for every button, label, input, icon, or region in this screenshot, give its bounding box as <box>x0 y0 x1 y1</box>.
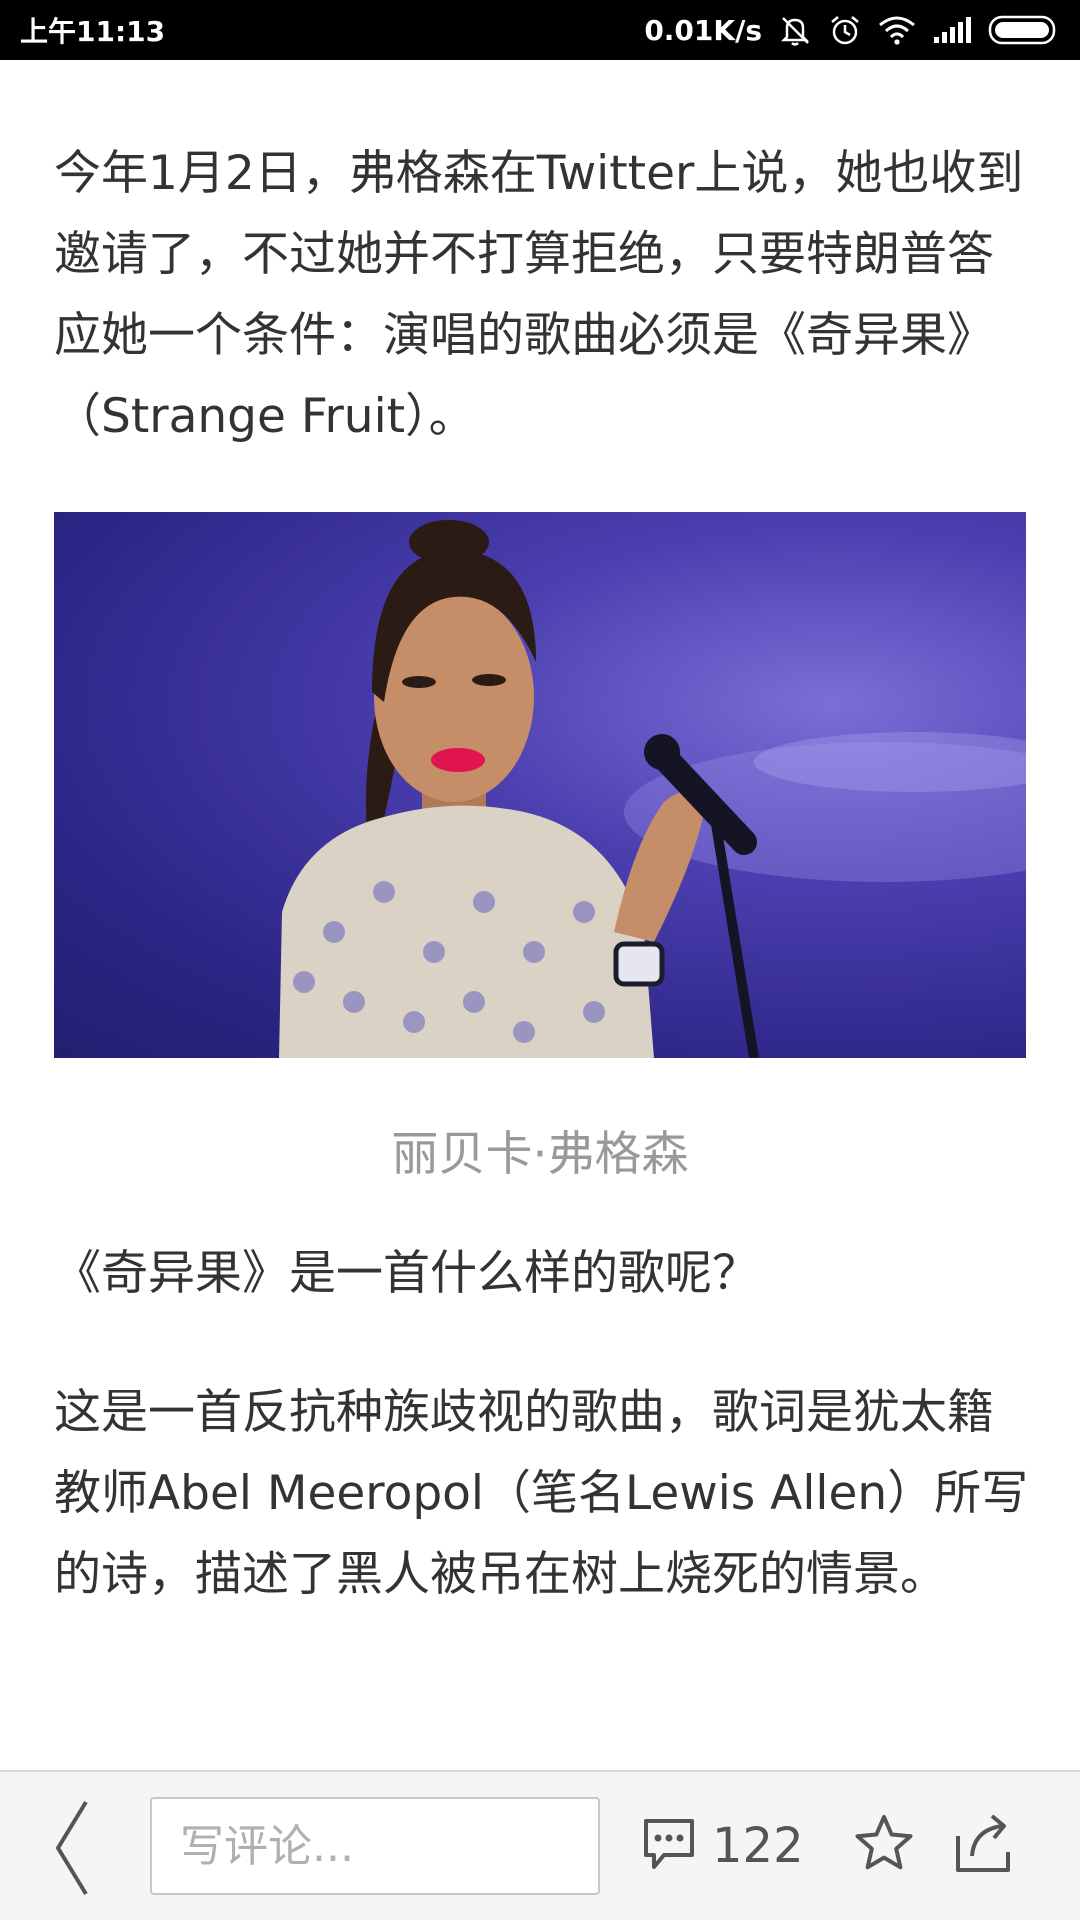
image-caption: 丽贝卡·弗格森 <box>391 1127 689 1182</box>
favorite-button[interactable] <box>852 1812 916 1876</box>
mute-icon <box>778 13 812 47</box>
share-button[interactable] <box>952 1808 1016 1876</box>
back-icon <box>55 1800 88 1896</box>
article-paragraph: 这是一首反抗种族歧视的歌曲，歌词是犹太籍教师Abel Meeropol（笔名Le… <box>54 1385 1029 1602</box>
status-time: 上午11:13 <box>20 15 166 48</box>
article-paragraph: 《奇异果》是一首什么样的歌呢？ <box>54 1246 759 1301</box>
wifi-icon <box>878 15 916 45</box>
article-photo[interactable] <box>54 512 1026 1058</box>
star-icon <box>855 1815 913 1870</box>
back-button[interactable] <box>50 1798 100 1898</box>
article-body: 今年1月2日，弗格森在Twitter上说，她也收到邀请了，不过她并不打算拒绝，只… <box>0 60 1080 1770</box>
article-paragraph: 今年1月2日，弗格森在Twitter上说，她也收到邀请了，不过她并不打算拒绝，只… <box>54 146 1024 444</box>
status-bar: 上午11:13 0.01K/s <box>0 0 1080 60</box>
signal-icon <box>932 15 972 45</box>
battery-icon <box>988 14 1060 46</box>
comment-input[interactable] <box>150 1797 600 1895</box>
network-speed: 0.01K/s <box>644 13 762 47</box>
comment-count: 122 <box>712 1818 804 1874</box>
bottom-action-bar: 122 <box>0 1770 1080 1920</box>
comment-icon <box>640 1815 698 1877</box>
comment-count-button[interactable]: 122 <box>640 1810 804 1882</box>
share-icon <box>956 1814 1010 1872</box>
alarm-icon <box>828 13 862 47</box>
status-icons: 0.01K/s <box>644 13 1060 47</box>
